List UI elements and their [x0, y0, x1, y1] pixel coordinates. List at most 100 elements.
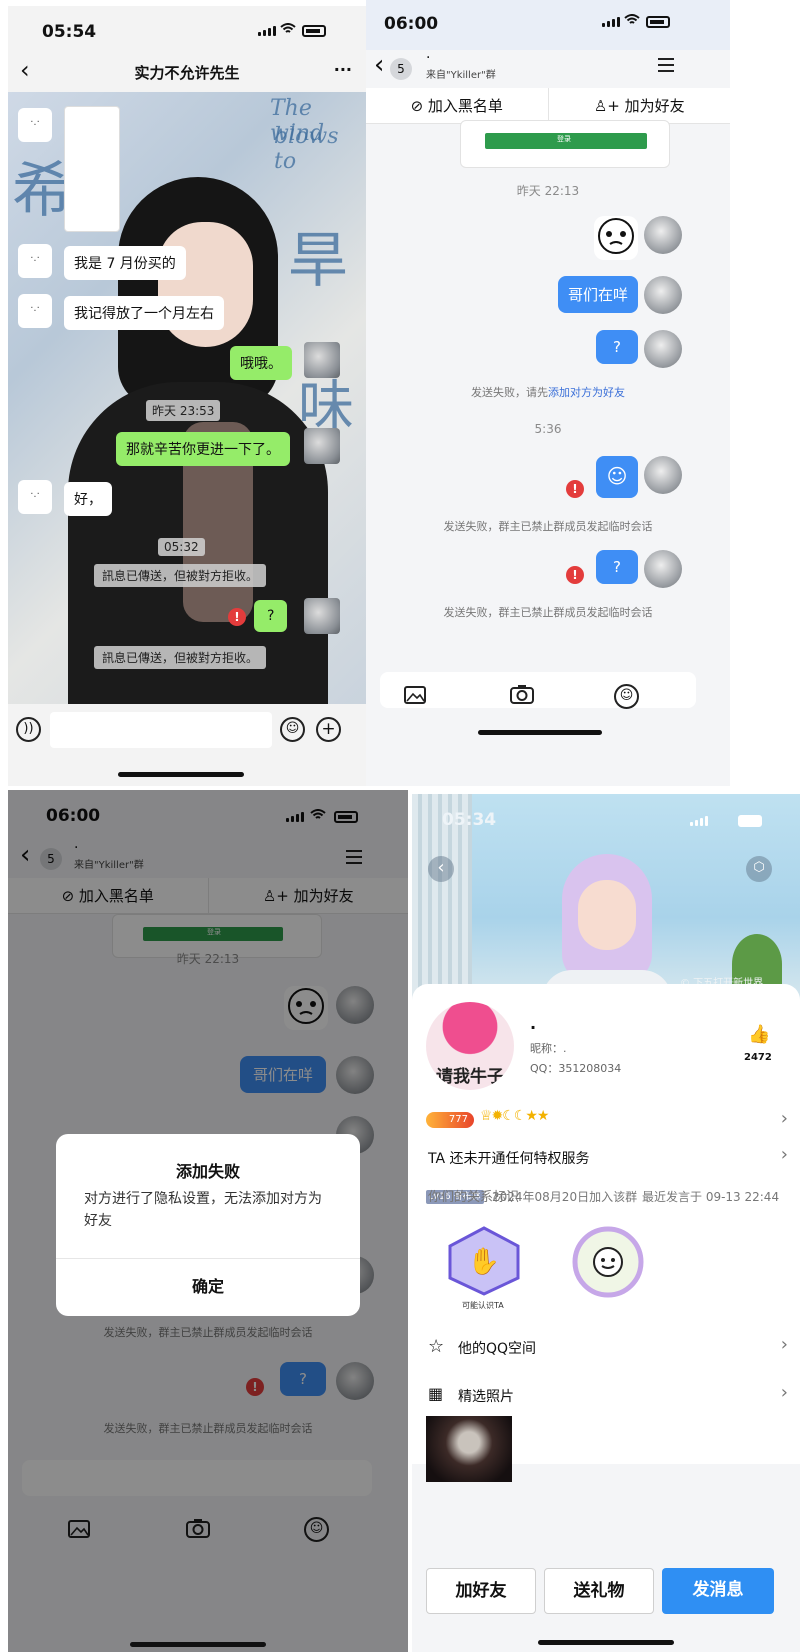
more-button[interactable]: ···: [334, 60, 352, 79]
timestamp: 昨天 22:13: [516, 184, 580, 198]
home-indicator: [478, 730, 602, 735]
wifi-icon: [280, 23, 296, 33]
qzone-row[interactable]: ☆ 他的QQ空间 › ▦ 精选照片 ›: [412, 1324, 800, 1482]
message-input[interactable]: [380, 672, 696, 708]
unread-count-badge: 5: [390, 58, 412, 80]
system-message: 发送失败，群主已禁止群成员发起临时会话: [443, 606, 653, 619]
home-indicator: [130, 1642, 266, 1647]
chevron-right-icon[interactable]: ›: [781, 1108, 788, 1129]
chat-header: ‹ 5 · 来自"Ykiller"群: [366, 50, 730, 90]
add-friend-link[interactable]: 添加对方为好友: [548, 386, 625, 399]
level-icons: ♕✹☾☾★★: [480, 1108, 549, 1124]
image-icon[interactable]: [404, 686, 426, 704]
status-bar: 06:00: [366, 0, 730, 50]
sticker-face-icon: [598, 218, 634, 254]
error-icon[interactable]: !: [566, 480, 584, 498]
privilege-text[interactable]: TA 还未开通任何特权服务: [428, 1148, 784, 1168]
level-badge[interactable]: 777: [426, 1112, 474, 1128]
system-text: 发送失败，请先: [471, 386, 548, 399]
emoji-icon[interactable]: ☺: [280, 717, 305, 742]
error-icon[interactable]: !: [566, 566, 584, 584]
profile-name: ·: [530, 1018, 537, 1037]
message-bubble-sent[interactable]: ?: [596, 330, 638, 364]
star-icon: ☆: [428, 1336, 445, 1357]
wechat-chat-panel: 05:54 ‹ 实力不允许先生 ··· The wind blows to 旱 …: [8, 6, 366, 786]
chevron-right-icon[interactable]: ›: [781, 1144, 788, 1165]
battery-icon: [302, 25, 326, 37]
block-button[interactable]: ⊘ 加入黑名单: [366, 88, 549, 123]
send-message-button[interactable]: 发消息: [662, 1568, 774, 1614]
message-bubble-sent[interactable]: ?: [596, 550, 638, 584]
group-last-message: 最近发言于 09-13 22:44: [642, 1190, 780, 1204]
my-avatar[interactable]: [644, 550, 682, 588]
photo-thumbnail[interactable]: [426, 1416, 512, 1482]
confirm-button[interactable]: 确定: [56, 1259, 360, 1316]
sticker-message[interactable]: [594, 216, 638, 260]
wallpaper-text: blows to: [274, 124, 339, 174]
profile-nickname: 昵称：.: [530, 1042, 567, 1055]
add-friend-label: 加为好友: [624, 97, 685, 115]
signal-icon: [258, 26, 276, 36]
contact-avatar[interactable]: ·.·: [18, 480, 52, 514]
my-avatar[interactable]: [304, 428, 340, 464]
settings-icon[interactable]: ⬡: [746, 856, 772, 882]
system-message: 訊息已傳送，但被對方拒收。: [94, 564, 267, 587]
waving-hand-badge-icon: ✋: [448, 1226, 520, 1296]
status-time: 06:00: [384, 14, 439, 34]
my-avatar[interactable]: [304, 342, 340, 378]
photos-label: 精选照片: [458, 1389, 514, 1405]
my-avatar[interactable]: [644, 456, 682, 494]
chat-header: ‹ 实力不允许先生 ···: [8, 52, 366, 92]
system-message: 发送失败，群主已禁止群成员发起临时会话: [443, 520, 653, 533]
my-avatar[interactable]: [644, 216, 682, 254]
like-icon[interactable]: 👍: [748, 1024, 770, 1045]
relation-tag-card[interactable]: [550, 1208, 666, 1320]
back-icon[interactable]: ‹: [428, 856, 454, 882]
action-row: ⊘ 加入黑名单 ♙+ 加为好友: [366, 88, 730, 124]
add-friend-button[interactable]: 加好友: [426, 1568, 536, 1614]
relation-label: 你们的关系标识: [428, 1190, 520, 1205]
smiley-badge-icon: [572, 1226, 644, 1298]
chat-title: 实力不允许先生: [134, 64, 240, 82]
add-friend-button[interactable]: ♙+ 加为好友: [549, 88, 731, 123]
relation-tag-card[interactable]: ✋ 可能认识TA: [426, 1208, 542, 1320]
add-failed-dialog: 添加失败 对方进行了隐私设置，无法添加对方为好友 确定: [56, 1134, 360, 1316]
status-time: 05:34: [442, 810, 497, 830]
menu-icon[interactable]: [658, 58, 674, 72]
my-avatar[interactable]: [644, 330, 682, 368]
voice-icon[interactable]: )): [16, 717, 41, 742]
message-bubble-sent[interactable]: ?: [254, 600, 288, 632]
message-bubble[interactable]: 我记得放了一个月左右: [64, 296, 224, 330]
image-message[interactable]: [64, 106, 120, 232]
profile-qq: QQ：351208034: [530, 1062, 622, 1075]
profile-hero: 05:34 ‹ ⬡ © 下五打开新世界: [412, 794, 800, 1010]
send-gift-button[interactable]: 送礼物: [544, 1568, 654, 1614]
message-bubble[interactable]: 好，: [64, 482, 112, 516]
contact-name: ·: [426, 50, 431, 66]
message-input[interactable]: [50, 712, 272, 748]
chevron-right-icon[interactable]: ›: [781, 1334, 788, 1355]
emoji-icon[interactable]: ☺: [614, 684, 639, 709]
my-avatar[interactable]: [304, 598, 340, 634]
message-bubble[interactable]: 我是 7 月份买的: [64, 246, 186, 280]
contact-avatar[interactable]: ·.·: [18, 294, 52, 328]
my-avatar[interactable]: [644, 276, 682, 314]
camera-icon[interactable]: [510, 684, 534, 704]
chevron-right-icon[interactable]: ›: [781, 1382, 788, 1403]
input-bar: )) ☺ +: [8, 704, 366, 756]
sticker-message[interactable]: ☺: [596, 456, 638, 498]
contact-avatar[interactable]: ·.·: [18, 108, 52, 142]
input-bar: ☺: [366, 660, 730, 786]
shared-card[interactable]: 登录: [460, 120, 670, 168]
message-bubble-sent[interactable]: 哥们在咩: [558, 276, 638, 313]
back-button[interactable]: ‹: [374, 50, 384, 80]
message-bubble-sent[interactable]: 那就辛苦你更进一下了。: [116, 432, 290, 466]
contact-avatar[interactable]: ·.·: [18, 244, 52, 278]
error-icon[interactable]: !: [228, 608, 246, 626]
profile-avatar[interactable]: 请我牛子: [426, 1002, 514, 1090]
plus-icon[interactable]: +: [316, 717, 341, 742]
qq-add-failed-panel: 06:00 ‹ 5 · 来自"Ykiller"群 ⊘ 加入黑名单 ♙+ 加为好友…: [8, 790, 408, 1652]
qq-profile-panel: 05:34 ‹ ⬡ © 下五打开新世界 请我牛子 · 昵称：. QQ：35120…: [412, 794, 800, 1652]
grid-icon: ▦: [428, 1384, 444, 1403]
message-bubble-sent[interactable]: 哦哦。: [230, 346, 292, 380]
